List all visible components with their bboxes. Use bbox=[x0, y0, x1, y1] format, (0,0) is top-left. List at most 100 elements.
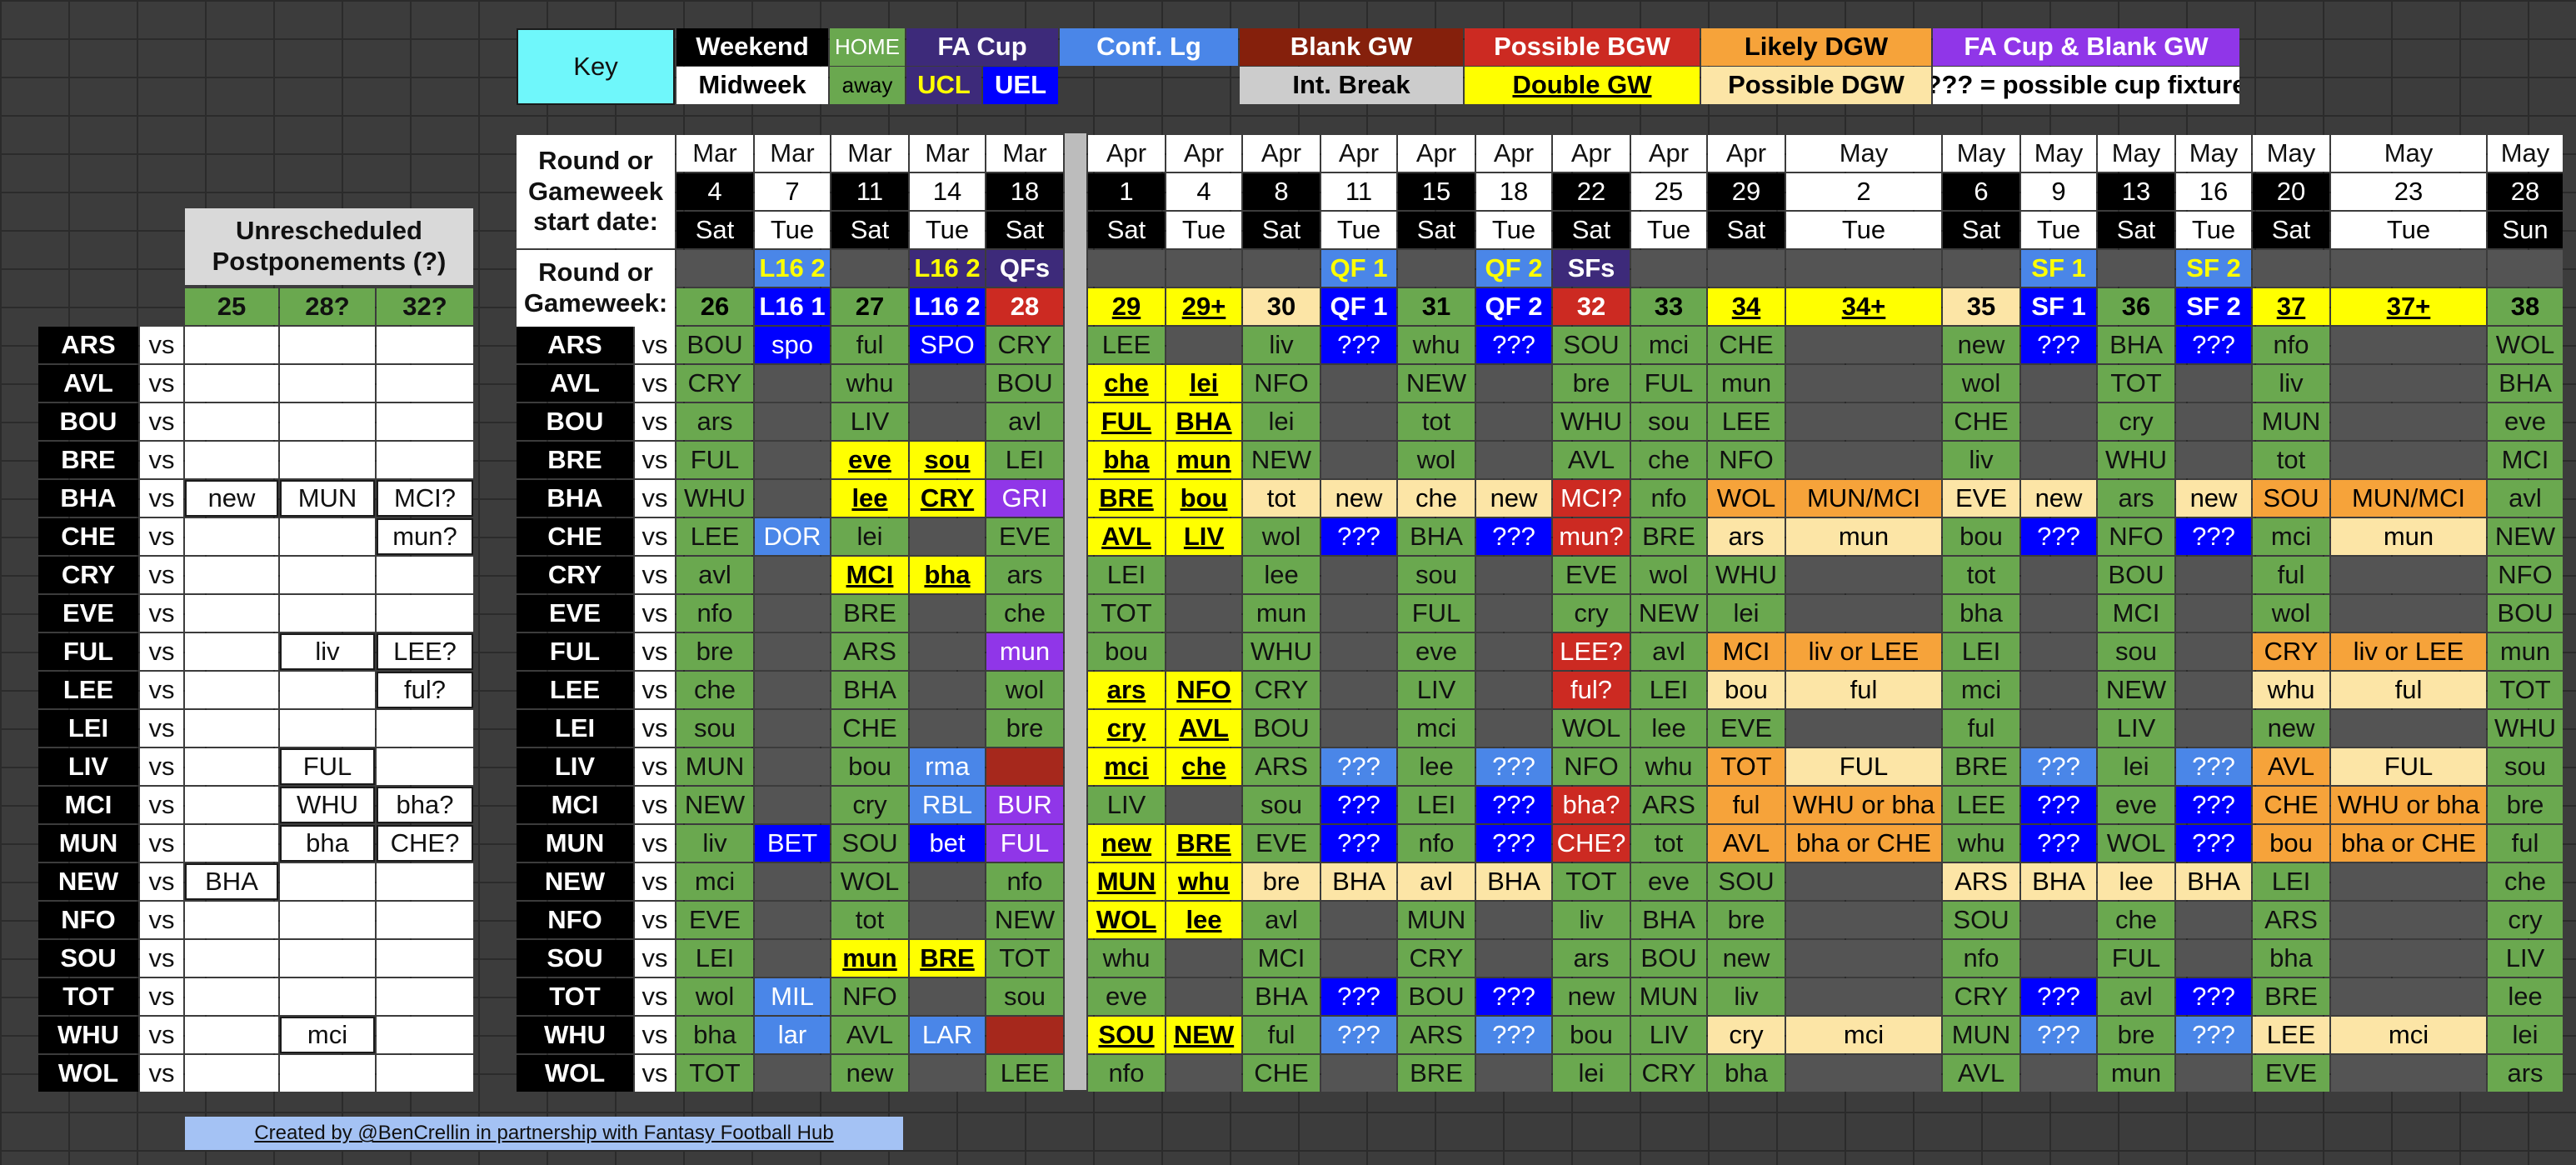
fixture-cell bbox=[910, 978, 985, 1015]
postponement-cell: CHE? bbox=[377, 825, 473, 862]
fixture-cell: LIV bbox=[2488, 940, 2563, 977]
postponement-gw-header: 32? bbox=[377, 288, 473, 325]
fixture-cell: bre bbox=[1553, 365, 1630, 402]
day-header: 2 bbox=[1786, 173, 1941, 210]
fixture-cell: nfo bbox=[1631, 480, 1706, 517]
fixture-cell: lei bbox=[1553, 1055, 1630, 1092]
postponement-cell bbox=[280, 672, 375, 708]
fixture-cell: lee bbox=[1631, 710, 1706, 747]
postponement-cell bbox=[377, 863, 473, 900]
month-header: Apr bbox=[1321, 135, 1396, 172]
fixture-cell: sou bbox=[1243, 787, 1320, 823]
fixture-cell: ??? bbox=[1476, 1017, 1551, 1053]
team-label-left: BOU bbox=[38, 403, 138, 440]
fixture-cell bbox=[2021, 595, 2096, 632]
section-divider bbox=[1065, 133, 1086, 1090]
gameweek-header: QF 1 bbox=[1321, 288, 1396, 325]
fixture-cell: CHE? bbox=[1553, 825, 1630, 862]
day-header: 18 bbox=[986, 173, 1063, 210]
day-header: 18 bbox=[1476, 173, 1551, 210]
fixture-cell: LIV bbox=[1166, 518, 1241, 555]
postponement-cell bbox=[185, 748, 278, 785]
month-header: Apr bbox=[1708, 135, 1785, 172]
vs-label: vs bbox=[140, 557, 183, 593]
fixture-cell: sou bbox=[910, 442, 985, 478]
fixture-cell: BRE bbox=[1631, 518, 1706, 555]
month-header: May bbox=[1786, 135, 1941, 172]
fixture-cell: whu bbox=[1166, 863, 1241, 900]
vs-label: vs bbox=[635, 902, 675, 938]
fixture-cell: BOU bbox=[986, 365, 1063, 402]
fixture-cell: ??? bbox=[2021, 327, 2096, 363]
fixture-cell: new bbox=[2021, 480, 2096, 517]
fixture-cell bbox=[2021, 902, 2096, 938]
fixture-cell bbox=[755, 442, 830, 478]
month-header: Apr bbox=[1631, 135, 1706, 172]
weekday-header: Sun bbox=[2488, 212, 2563, 248]
fixture-cell: BHA bbox=[1476, 863, 1551, 900]
fixture-cell: ARS bbox=[1243, 748, 1320, 785]
vs-label: vs bbox=[140, 940, 183, 977]
gameweek-header: 33 bbox=[1631, 288, 1706, 325]
vs-label: vs bbox=[635, 940, 675, 977]
team-label-left: AVL bbox=[38, 365, 138, 402]
postponement-cell bbox=[377, 327, 473, 363]
fixture-cell: che bbox=[1088, 365, 1165, 402]
month-header: May bbox=[2098, 135, 2174, 172]
team-label-left: LIV bbox=[38, 748, 138, 785]
fixture-cell: BOU bbox=[1243, 710, 1320, 747]
fixture-cell bbox=[1321, 633, 1396, 670]
fixture-cell: CRY bbox=[1243, 672, 1320, 708]
month-header: May bbox=[1943, 135, 2019, 172]
fixture-cell bbox=[2021, 672, 2096, 708]
fixture-cell: bre bbox=[986, 710, 1063, 747]
weekday-header: Tue bbox=[1166, 212, 1241, 248]
fixture-cell: TOT bbox=[1088, 595, 1165, 632]
postponement-cell bbox=[377, 1055, 473, 1092]
key-legend-item: FA Cup & Blank GW bbox=[1933, 28, 2239, 66]
team-label-left: MUN bbox=[38, 825, 138, 862]
team-label: FUL bbox=[517, 633, 633, 670]
fixture-cell: CRY bbox=[910, 480, 985, 517]
fixture-cell: BHA bbox=[2098, 327, 2174, 363]
vs-label: vs bbox=[140, 672, 183, 708]
postponement-cell bbox=[185, 672, 278, 708]
fixture-cell: ??? bbox=[2176, 978, 2251, 1015]
fixture-cell bbox=[755, 710, 830, 747]
fixture-cell bbox=[910, 1055, 985, 1092]
fixture-cell: lei bbox=[1708, 595, 1785, 632]
fixture-cell: CRY bbox=[1943, 978, 2019, 1015]
fixture-cell bbox=[755, 672, 830, 708]
fixture-cell: mun bbox=[1708, 365, 1785, 402]
fixture-cell: NEW bbox=[2098, 672, 2174, 708]
fixture-cell: WHU bbox=[1553, 403, 1630, 440]
fixture-cell: ful bbox=[831, 327, 908, 363]
key-legend-item: Possible BGW bbox=[1465, 28, 1700, 66]
fixture-cell bbox=[1786, 978, 1941, 1015]
fixture-cell bbox=[755, 557, 830, 593]
cup-round-header bbox=[2253, 250, 2329, 287]
fixture-cell bbox=[1786, 1055, 1941, 1092]
fixture-cell: BHA bbox=[1631, 902, 1706, 938]
fixture-cell: ars bbox=[2488, 1055, 2563, 1092]
fixture-cell: liv bbox=[2253, 365, 2329, 402]
fixture-cell bbox=[1786, 557, 1941, 593]
fixture-cell: BRE bbox=[1943, 748, 2019, 785]
postponement-cell bbox=[280, 403, 375, 440]
postponement-cell bbox=[185, 902, 278, 938]
fixture-cell: nfo bbox=[1398, 825, 1475, 862]
postponement-gw-header: 28? bbox=[280, 288, 375, 325]
fixture-cell: WHU or bha bbox=[2331, 787, 2486, 823]
fixture-cell: LIV bbox=[831, 403, 908, 440]
fixture-cell: EVE bbox=[2253, 1055, 2329, 1092]
fixture-cell: CHE bbox=[831, 710, 908, 747]
fixture-cell: lei bbox=[2488, 1017, 2563, 1053]
month-header: May bbox=[2253, 135, 2329, 172]
fixture-cell: liv bbox=[1243, 327, 1320, 363]
fixture-cell: lee bbox=[2098, 863, 2174, 900]
fixture-cell: ars bbox=[1708, 518, 1785, 555]
fixture-cell: EVE bbox=[1553, 557, 1630, 593]
fixture-cell: BOU bbox=[2488, 595, 2563, 632]
fixture-cell: mun bbox=[831, 940, 908, 977]
month-header: May bbox=[2488, 135, 2563, 172]
